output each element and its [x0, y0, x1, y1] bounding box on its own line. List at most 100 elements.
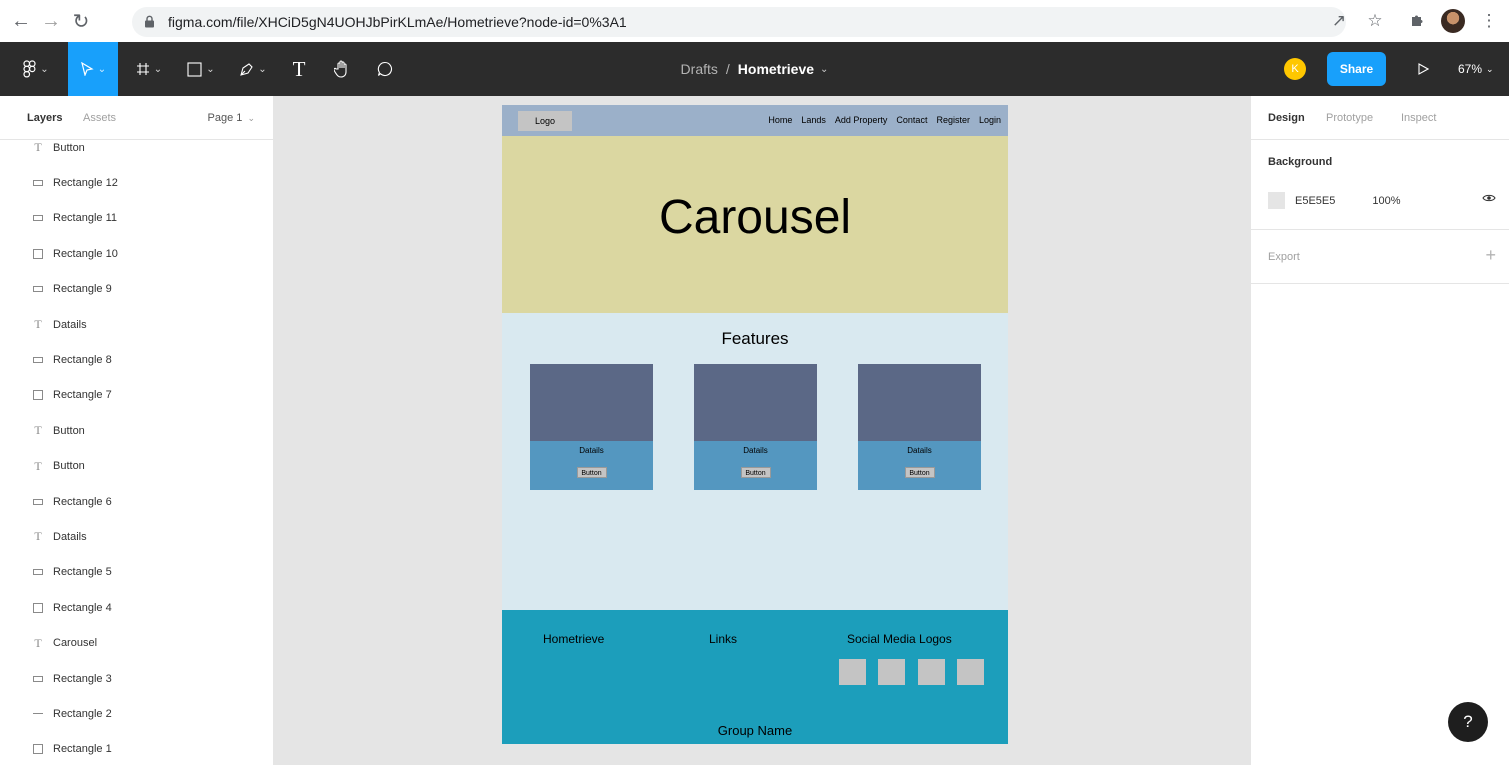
card-image[interactable] — [694, 364, 817, 441]
zoom-dropdown[interactable]: 67% ⌄ — [1458, 54, 1508, 84]
layer-item[interactable]: Rectangle 6 — [0, 484, 273, 519]
card-image[interactable] — [858, 364, 981, 441]
background-opacity-input[interactable]: 100% — [1372, 195, 1400, 207]
frame-nav-login[interactable]: Login — [979, 115, 1001, 125]
feature-card[interactable]: Datails Button — [694, 364, 817, 490]
figma-menu-icon[interactable]: ⌄ — [16, 42, 56, 96]
text-layer-icon: T — [34, 423, 42, 438]
frame-carousel[interactable]: Carousel — [502, 136, 1008, 313]
footer-group-name[interactable]: Group Name — [502, 723, 1008, 738]
share-button[interactable]: Share — [1327, 52, 1386, 86]
address-bar[interactable]: figma.com/file/XHCiD5gN4UOHJbPirKLmAe/Ho… — [132, 7, 1346, 37]
browser-menu-icon[interactable]: ⋮ — [1471, 3, 1507, 39]
file-menu-chevron-icon[interactable]: ⌄ — [820, 64, 828, 75]
frame-navbar[interactable]: Logo Home Lands Add Property Contact Reg… — [502, 105, 1008, 136]
social-logo-placeholder[interactable] — [918, 659, 945, 685]
layer-item[interactable]: Rectangle 10 — [0, 236, 273, 271]
canvas-frame-hometrieve[interactable]: Logo Home Lands Add Property Contact Reg… — [502, 105, 1008, 744]
footer-links[interactable]: Links — [709, 632, 737, 646]
card-button[interactable]: Button — [740, 467, 771, 478]
background-color-swatch[interactable] — [1268, 192, 1285, 209]
layer-name: Carousel — [53, 637, 98, 650]
reload-icon[interactable]: ↻ — [66, 6, 96, 36]
profile-avatar[interactable] — [1435, 3, 1471, 39]
comment-tool-icon[interactable] — [370, 42, 400, 96]
feature-card[interactable]: Datails Button — [858, 364, 981, 490]
layer-item[interactable]: Rectangle 8 — [0, 342, 273, 377]
help-button[interactable]: ? — [1448, 702, 1488, 742]
layer-item[interactable]: Rectangle 1 — [0, 732, 273, 765]
layer-name: Rectangle 3 — [53, 672, 112, 685]
hand-tool-icon[interactable] — [326, 42, 358, 96]
layer-item[interactable]: Rectangle 12 — [0, 165, 273, 200]
frame-nav-contact[interactable]: Contact — [896, 115, 927, 125]
card-button[interactable]: Button — [576, 467, 607, 478]
forward-icon[interactable]: → — [36, 6, 66, 36]
tab-assets[interactable]: Assets — [83, 112, 116, 124]
layer-item[interactable]: Rectangle 9 — [0, 272, 273, 307]
visibility-eye-icon[interactable] — [1480, 189, 1498, 207]
layer-item[interactable]: Rectangle 5 — [0, 555, 273, 590]
frame-nav-lands[interactable]: Lands — [801, 115, 826, 125]
layer-item[interactable]: T Datails — [0, 307, 273, 342]
tab-layers[interactable]: Layers — [27, 112, 62, 124]
rectangle-layer-icon — [31, 569, 45, 576]
share-page-icon[interactable]: ↗ — [1321, 3, 1357, 39]
file-name-title[interactable]: Hometrieve — [738, 61, 814, 77]
tab-design[interactable]: Design — [1268, 112, 1305, 124]
features-heading[interactable]: Features — [502, 329, 1008, 349]
back-icon[interactable]: ← — [6, 6, 36, 36]
layer-item[interactable]: Rectangle 3 — [0, 661, 273, 696]
tab-inspect[interactable]: Inspect — [1401, 112, 1436, 124]
add-export-plus-icon[interactable]: + — [1485, 245, 1496, 266]
present-play-icon[interactable] — [1408, 54, 1438, 84]
social-logo-placeholder[interactable] — [839, 659, 866, 685]
frame-nav-home[interactable]: Home — [768, 115, 792, 125]
rectangle-layer-icon — [31, 602, 45, 613]
file-breadcrumb: Drafts / Hometrieve ⌄ — [680, 61, 829, 77]
rectangle-layer-icon — [31, 286, 45, 293]
layer-item[interactable]: Rectangle 7 — [0, 378, 273, 413]
background-hex-input[interactable]: E5E5E5 — [1295, 195, 1335, 207]
layer-item[interactable]: T Button — [0, 130, 273, 165]
layer-name: Rectangle 8 — [53, 353, 112, 366]
extensions-puzzle-icon[interactable] — [1399, 3, 1435, 39]
pen-tool-icon[interactable]: ⌄ — [230, 42, 276, 96]
user-avatar[interactable]: K — [1284, 58, 1306, 80]
card-button[interactable]: Button — [904, 467, 935, 478]
layer-name: Rectangle 7 — [53, 389, 112, 402]
social-logo-placeholder[interactable] — [878, 659, 905, 685]
layer-item[interactable]: Rectangle 11 — [0, 201, 273, 236]
rectangle-layer-icon — [31, 248, 45, 259]
rectangle-tool-icon[interactable]: ⌄ — [178, 42, 224, 96]
frame-tool-icon[interactable]: ⌄ — [126, 42, 172, 96]
breadcrumb-drafts[interactable]: Drafts — [681, 61, 718, 77]
chevron-down-icon: ⌄ — [1486, 63, 1494, 74]
text-layer-icon: T — [34, 317, 42, 331]
frame-logo[interactable]: Logo — [518, 111, 572, 131]
footer-brand[interactable]: Hometrieve — [543, 632, 604, 646]
chevron-down-icon: ⌄ — [247, 113, 255, 123]
url-text: figma.com/file/XHCiD5gN4UOHJbPirKLmAe/Ho… — [168, 14, 627, 30]
feature-card[interactable]: Datails Button — [530, 364, 653, 490]
export-label: Export — [1268, 251, 1300, 263]
rectangle-layer-icon — [31, 675, 45, 682]
social-logo-placeholder[interactable] — [957, 659, 984, 685]
layer-item[interactable]: Rectangle 2 — [0, 696, 273, 731]
bookmark-star-icon[interactable]: ☆ — [1357, 3, 1393, 39]
frame-nav-add-property[interactable]: Add Property — [835, 115, 888, 125]
layer-item[interactable]: Rectangle 4 — [0, 590, 273, 625]
page-selector[interactable]: Page 1 ⌄ — [208, 112, 255, 124]
frame-footer[interactable]: Hometrieve Links Social Media Logos Grou… — [502, 610, 1008, 744]
layer-item[interactable]: T Carousel — [0, 626, 273, 661]
text-layer-icon: T — [34, 458, 42, 473]
card-image[interactable] — [530, 364, 653, 441]
text-tool-icon[interactable]: T — [284, 42, 314, 96]
footer-social-heading[interactable]: Social Media Logos — [847, 632, 952, 646]
tab-prototype[interactable]: Prototype — [1326, 112, 1373, 124]
layer-item[interactable]: T Button — [0, 449, 273, 484]
layer-item[interactable]: T Button — [0, 413, 273, 448]
layer-item[interactable]: T Datails — [0, 519, 273, 554]
frame-nav-register[interactable]: Register — [936, 115, 970, 125]
move-tool-icon[interactable]: ⌄ — [68, 42, 118, 96]
